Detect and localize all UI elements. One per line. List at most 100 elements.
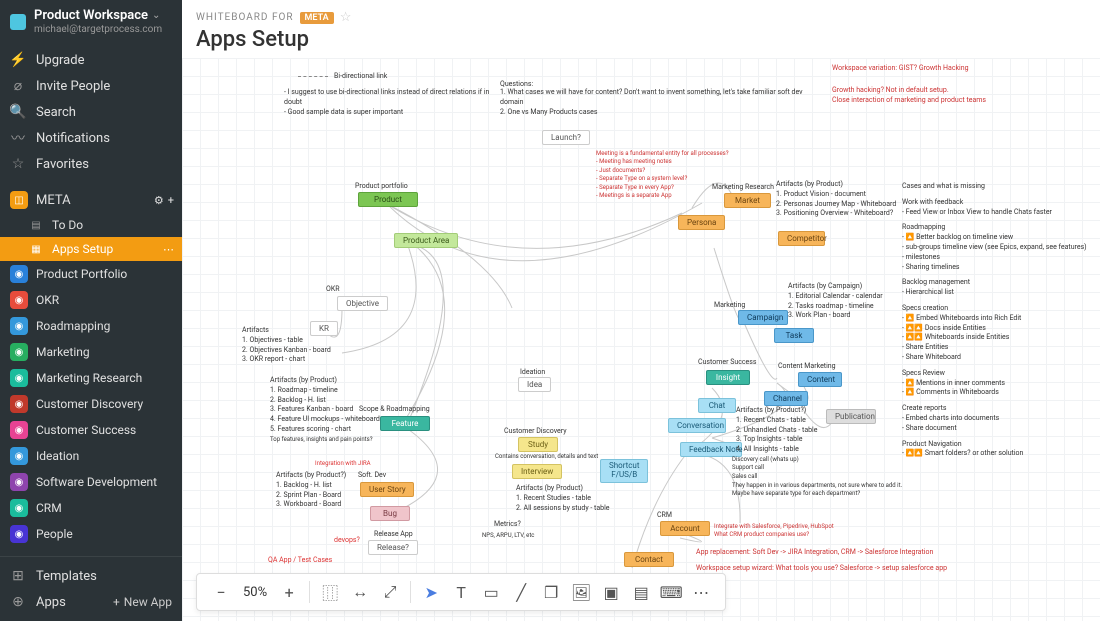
node-content[interactable]: Content [798,372,842,387]
more-icon[interactable]: ⋯ [163,243,174,256]
zoom-out-button[interactable]: − [207,578,235,606]
more-tools-icon[interactable]: ⋯ [687,578,715,606]
app-item-marketing[interactable]: ◉Marketing [0,339,182,365]
node-feature[interactable]: Feature [380,416,430,431]
note-growth: Growth hacking? Not in default setup. Cl… [832,86,986,106]
node-objective[interactable]: Objective [337,296,388,311]
card-tool-icon[interactable]: ▤ [627,578,655,606]
app-item-product-portfolio[interactable]: ◉Product Portfolio [0,261,182,287]
workspace-email: michael@targetprocess.com [34,24,172,35]
node-idea[interactable]: Idea [518,377,551,392]
whiteboard-icon: ▦ [28,241,44,257]
whiteboard-canvas[interactable]: Bi-directional link - I suggest to use b… [182,58,1100,621]
node-campaign[interactable]: Campaign [738,310,788,325]
app-item-crm[interactable]: ◉CRM [0,495,182,521]
node-interview[interactable]: Interview [512,464,562,479]
favorites-icon: ☆ [10,156,26,172]
node-conversation[interactable]: Conversation [668,418,726,433]
app-item-marketing-research[interactable]: ◉Marketing Research [0,365,182,391]
meta-apps-setup[interactable]: ▦ Apps Setup ⋯ [0,237,182,261]
note-happen: They happen in in various departments, n… [732,482,902,499]
label-cs: Customer Success [698,358,756,366]
app-icon: ◉ [10,265,28,283]
legend-label: Bi-directional link [334,72,387,80]
workspace-logo-icon [10,14,26,30]
add-icon[interactable]: + [168,194,174,207]
pointer-tool-icon[interactable]: ➤ [417,578,445,606]
node-feedback[interactable]: Feedback Note [680,442,742,457]
app-icon: ◉ [10,317,28,335]
workspace-header[interactable]: Product Workspace ⌄ michael@targetproces… [0,0,182,43]
note-qa: QA App / Test Cases [268,556,332,564]
note-artifacts-insight: Artifacts (by Product?) 1. Recent Chats … [736,406,817,455]
todo-icon: ▤ [28,217,44,233]
node-publication[interactable]: Publication [826,409,876,424]
nav-search[interactable]: 🔍Search [0,99,182,125]
node-insight[interactable]: Insight [706,370,750,385]
app-item-roadmapping[interactable]: ◉Roadmapping [0,313,182,339]
node-task[interactable]: Task [774,328,814,343]
breadcrumb-app-badge[interactable]: META [300,12,334,24]
zoom-in-button[interactable]: + [275,578,303,606]
text-tool-icon[interactable]: T [447,578,475,606]
node-competitor[interactable]: Competitor [778,231,825,246]
app-item-ideation[interactable]: ◉Ideation [0,443,182,469]
meta-todo[interactable]: ▤ To Do [0,213,182,237]
fit-horizontal-icon[interactable]: ↔ [346,578,374,606]
node-shortcut[interactable]: Shortcut F/US/B [600,459,648,483]
star-icon[interactable]: ☆ [340,10,353,25]
app-icon: ◉ [10,473,28,491]
app-icon: ◉ [10,525,28,543]
image-tool-icon[interactable]: 🖼 [567,578,595,606]
label-metrics: Metrics? [494,520,521,528]
label-marketing: Marketing [714,301,745,309]
node-channel[interactable]: Channel [764,391,808,406]
nav-apps[interactable]: ⊕ Apps + New App [0,589,182,615]
node-product-area[interactable]: Product Area [394,233,458,248]
search-icon: 🔍 [10,104,26,120]
app-label: People [36,527,73,541]
node-chat[interactable]: Chat [698,398,736,413]
fit-width-icon[interactable]: ⿲ [316,578,344,606]
node-market[interactable]: Market [724,193,771,208]
note-artifacts-dev: Artifacts (by Product?) 1. Backlog - H. … [276,471,346,510]
node-persona[interactable]: Persona [678,215,725,230]
nav-invite[interactable]: ⌀Invite People [0,73,182,99]
upgrade-icon: ⚡ [10,52,26,68]
node-product[interactable]: Product [358,192,418,207]
app-item-people[interactable]: ◉ People [0,521,182,547]
app-item-software-development[interactable]: ◉Software Development [0,469,182,495]
note-artifacts-marketing: Artifacts (by Campaign) 1. Editorial Cal… [788,282,883,321]
app-item-customer-success[interactable]: ◉Customer Success [0,417,182,443]
app-section-meta[interactable]: ◫ META ⚙ + [0,187,182,213]
node-launch[interactable]: Launch? [542,130,590,145]
shape-tool-icon[interactable]: ▭ [477,578,505,606]
node-userstory[interactable]: User Story [360,482,414,497]
new-app-button[interactable]: + New App [113,595,172,609]
zoom-level[interactable]: 50% [237,585,273,600]
embed-tool-icon[interactable]: ⌨ [657,578,685,606]
note-questions: 1. What cases we will have for content? … [500,88,810,117]
note-app-replacement: App replacement: Soft Dev -> JIRA Integr… [696,548,933,558]
nav-upgrade[interactable]: ⚡Upgrade [0,47,182,73]
frame-tool-icon[interactable]: ▣ [597,578,625,606]
page-title: Apps Setup [196,27,1086,52]
node-bug[interactable]: Bug [370,506,410,521]
filter-icon[interactable]: ⚙ [154,194,164,207]
node-release[interactable]: Release? [368,540,418,555]
sticky-tool-icon[interactable]: ❐ [537,578,565,606]
nav-notifications[interactable]: 〰Notifications [0,125,182,151]
app-item-okr[interactable]: ◉OKR [0,287,182,313]
note-contains: Contains conversation, details and text [495,453,598,460]
label-softdev: Soft. Dev [358,471,386,479]
node-account[interactable]: Account [660,521,710,536]
line-tool-icon[interactable]: ╱ [507,578,535,606]
fullscreen-icon[interactable]: ⤢ [376,578,404,606]
nav-favorites[interactable]: ☆Favorites [0,151,182,177]
node-contact[interactable]: Contact [624,552,674,567]
apps-icon: ⊕ [10,594,26,610]
nav-templates[interactable]: ⊞Templates [0,563,182,589]
app-item-customer-discovery[interactable]: ◉Customer Discovery [0,391,182,417]
node-study[interactable]: Study [518,437,558,452]
app-icon: ◉ [10,499,28,517]
